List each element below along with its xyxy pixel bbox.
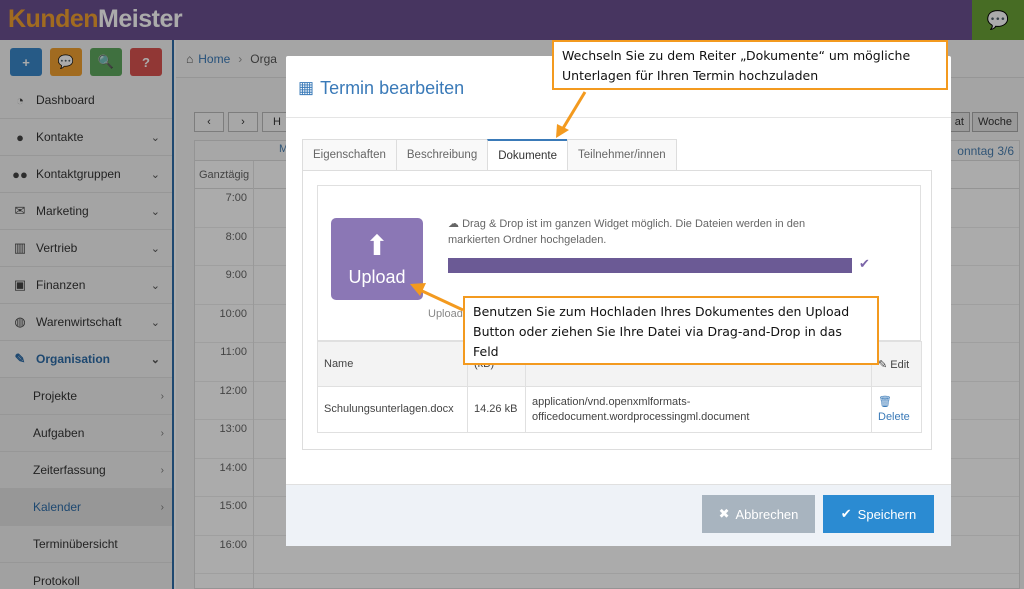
column-header-name: Name: [317, 341, 468, 387]
modal-footer: ✖ Abbrechen ✔ Speichern: [286, 484, 951, 546]
save-button[interactable]: ✔ Speichern: [823, 495, 934, 533]
tab-beschreibung[interactable]: Beschreibung: [395, 139, 489, 170]
trash-icon[interactable]: 🗑: [878, 395, 915, 410]
edit-icon: ✎: [878, 358, 891, 371]
tab-teilnehmer[interactable]: Teilnehmer/innen: [567, 139, 677, 170]
table-row: Schulungsunterlagen.docx 14.26 kB applic…: [317, 386, 922, 433]
modal-title: Termin bearbeiten: [320, 78, 465, 98]
upload-button[interactable]: ⬆ Upload: [331, 218, 423, 300]
upload-icon: ⬆: [365, 229, 389, 261]
column-header-edit: ✎ Edit: [871, 341, 922, 387]
upload-progress-bar: [448, 258, 852, 273]
check-icon: ✔: [840, 506, 852, 521]
delete-cell: 🗑 Delete: [871, 386, 922, 433]
modal-tabs: Eigenschaften Beschreibung Dokumente Tei…: [302, 139, 677, 171]
close-icon: ✖: [718, 506, 730, 521]
tab-eigenschaften[interactable]: Eigenschaften: [302, 139, 397, 170]
upload-hint-callout: Benutzen Sie zum Hochladen Ihres Dokumen…: [463, 296, 879, 365]
cloud-upload-icon: ☁: [448, 218, 463, 230]
file-name[interactable]: Schulungsunterlagen.docx: [317, 386, 468, 433]
check-icon: ✔: [859, 256, 870, 271]
file-type: application/vnd.openxmlformats-officedoc…: [525, 386, 872, 433]
tab-dokumente[interactable]: Dokumente: [487, 139, 569, 171]
dropzone-info: ☁ Drag & Drop ist im ganzen Widget mögli…: [448, 218, 806, 246]
delete-link[interactable]: Delete: [878, 410, 915, 425]
tab-hint-callout: Wechseln Sie zu dem Reiter „Dokumente“ u…: [552, 40, 948, 90]
file-size: 14.26 kB: [467, 386, 526, 433]
cancel-button[interactable]: ✖ Abbrechen: [702, 495, 815, 533]
calendar-icon: ▦: [298, 78, 315, 97]
upload-caption: Upload: [428, 308, 463, 320]
